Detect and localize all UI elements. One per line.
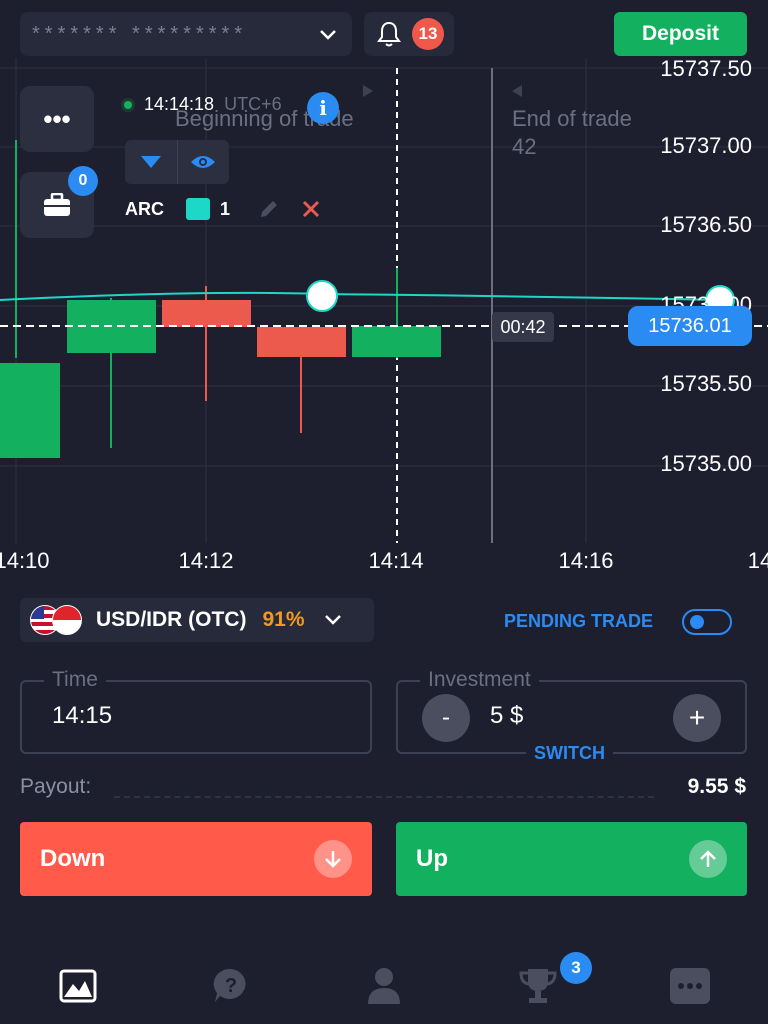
arrow-up-icon [689, 840, 727, 878]
price-label: 15736.50 [660, 212, 752, 237]
collapse-button[interactable] [125, 140, 177, 184]
eye-icon [191, 156, 216, 168]
help-icon: ? [213, 968, 246, 1002]
time-label: Time [44, 668, 106, 692]
end-marker-icon [512, 85, 522, 97]
time-axis-label: 14:12 [178, 548, 234, 573]
chevron-down-icon [324, 615, 341, 625]
beginning-marker-icon [363, 85, 373, 97]
price-label: 15737.00 [660, 133, 752, 158]
pencil-icon[interactable] [258, 198, 280, 220]
portfolio-count-badge: 0 [68, 166, 98, 196]
payout-label: Payout: [20, 775, 92, 798]
chat-icon [670, 968, 710, 1004]
live-dot [124, 100, 132, 109]
asset-flags [30, 605, 86, 635]
id-flag-icon [52, 605, 82, 635]
more-options-button[interactable]: ••• [20, 86, 94, 152]
nav-profile[interactable] [362, 964, 406, 1008]
close-icon[interactable] [302, 200, 320, 218]
account-masked: ******* ********* [32, 22, 248, 45]
increase-investment-button[interactable]: + [673, 694, 721, 742]
down-button[interactable]: Down [20, 822, 372, 896]
asset-payout-percent: 91% [262, 608, 305, 631]
time-axis-label: 14 [747, 548, 768, 573]
asset-name: USD/IDR (OTC) [96, 608, 247, 631]
payout-value: 9.55 $ [687, 775, 746, 798]
toggle-knob [690, 615, 704, 629]
investment-value[interactable]: 5 $ [490, 702, 523, 730]
indicator-color-swatch[interactable] [186, 198, 210, 220]
chart-icon [59, 969, 97, 1003]
trophy-badge: 3 [560, 952, 592, 984]
candle-up [0, 363, 60, 458]
server-clock: 14:14:18 UTC+6 [124, 94, 282, 115]
indicator-tools [125, 140, 229, 184]
candle-down [257, 327, 346, 357]
nav-trophy[interactable] [516, 964, 560, 1008]
bell-icon [377, 21, 401, 47]
candle-up [352, 326, 441, 357]
ellipsis-icon: ••• [43, 103, 71, 134]
up-button[interactable]: Up [396, 822, 747, 896]
account-selector[interactable]: ******* ********* [20, 12, 352, 56]
triangle-down-icon [140, 156, 161, 168]
investment-field: Investment - 5 $ + SWITCH [396, 668, 747, 764]
indicator-period: 1 [220, 198, 231, 219]
pending-trade-label: PENDING TRADE [504, 611, 654, 631]
clock-time: 14:14:18 [144, 94, 215, 114]
time-axis-label: 14:10 [0, 548, 50, 573]
end-of-trade-value: 42 [512, 134, 537, 159]
timezone-label: UTC+6 [224, 94, 282, 114]
arc-indicator-line [0, 291, 721, 301]
trophy-icon [519, 969, 557, 1003]
payout-divider [114, 796, 654, 798]
time-field[interactable]: Time 14:15 [20, 668, 372, 754]
time-axis-label: 14:14 [368, 548, 424, 573]
deposit-button[interactable]: Deposit [614, 12, 747, 56]
candle-down [162, 300, 251, 327]
indicator-row: ARC 1 [125, 198, 320, 220]
notification-badge: 13 [412, 18, 444, 50]
current-price-badge: 15736.01 [628, 306, 752, 346]
indicator-handle [306, 280, 338, 312]
countdown-label: 00:42 [492, 312, 554, 342]
nav-chart[interactable] [56, 964, 100, 1008]
profile-icon [368, 968, 400, 1004]
up-label: Up [416, 845, 448, 872]
price-label: 15735.00 [660, 451, 752, 476]
switch-button[interactable]: SWITCH [526, 743, 613, 764]
price-label: 15735.50 [660, 371, 752, 396]
time-axis-label: 14:16 [558, 548, 614, 573]
asset-selector[interactable]: USD/IDR (OTC) 91% [20, 598, 374, 642]
briefcase-icon [44, 193, 70, 216]
info-icon[interactable]: i [307, 92, 339, 124]
indicator-name: ARC [125, 198, 164, 219]
notifications-button[interactable]: 13 [364, 12, 454, 56]
bottom-navigation: ? [0, 940, 768, 1024]
chevron-down-icon [320, 30, 336, 40]
time-value: 14:15 [52, 702, 113, 729]
decrease-investment-button[interactable]: - [422, 694, 470, 742]
nav-chat[interactable] [668, 964, 712, 1008]
arrow-down-icon [314, 840, 352, 878]
investment-label: Investment [420, 668, 539, 692]
price-label: 15737.50 [660, 56, 752, 81]
end-of-trade-label: End of trade [512, 106, 632, 131]
nav-help[interactable]: ? [209, 964, 253, 1008]
down-label: Down [40, 845, 106, 872]
pending-trade-toggle[interactable] [682, 609, 732, 635]
visibility-button[interactable] [178, 140, 230, 184]
svg-text:?: ? [225, 975, 237, 997]
